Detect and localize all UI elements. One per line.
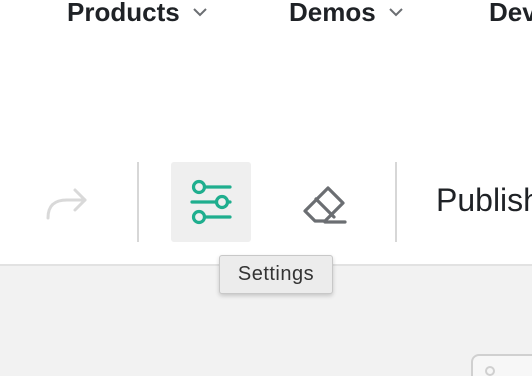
eraser-icon xyxy=(303,186,347,224)
chevron-down-icon xyxy=(388,8,403,17)
nav-item-label: Products xyxy=(67,0,180,27)
page: Products Demos Dev Publish Settings xyxy=(0,0,532,376)
image-placeholder-icon[interactable] xyxy=(471,354,532,376)
image-placeholder-dot xyxy=(485,366,495,376)
toolbar-divider xyxy=(137,162,139,242)
nav-item-demos[interactable]: Demos xyxy=(289,0,404,27)
nav-item-dev[interactable]: Dev xyxy=(489,0,532,27)
publish-button[interactable]: Publish xyxy=(436,182,532,219)
redo-button[interactable] xyxy=(38,178,94,228)
settings-button[interactable] xyxy=(171,162,251,242)
sliders-icon xyxy=(190,179,232,225)
editor-toolbar: Publish xyxy=(0,150,532,264)
settings-tooltip: Settings xyxy=(219,255,333,294)
toolbar-divider xyxy=(395,162,397,242)
eraser-button[interactable] xyxy=(290,170,360,236)
nav-item-label: Dev xyxy=(489,0,532,27)
nav-item-label: Demos xyxy=(289,0,376,27)
nav-item-products[interactable]: Products xyxy=(67,0,208,27)
redo-icon xyxy=(46,188,87,220)
chevron-down-icon xyxy=(192,8,207,17)
